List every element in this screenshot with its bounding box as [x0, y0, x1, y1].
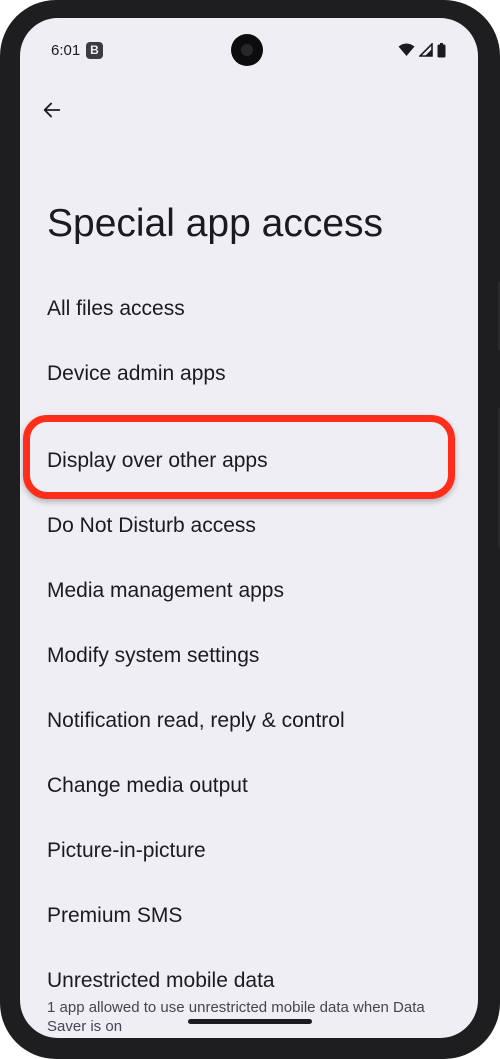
list-item-label: Notification read, reply & control — [47, 709, 345, 732]
list-item-label: Premium SMS — [47, 904, 183, 927]
list-item-all-files-access[interactable]: All files access — [20, 283, 478, 343]
highlight-annotation — [23, 415, 455, 499]
phone-frame: 6:01 B Special app access All files acce… — [0, 0, 500, 1059]
list-item-premium-sms[interactable]: Premium SMS — [20, 890, 478, 950]
notification-badge-icon: B — [86, 42, 103, 59]
list-item-change-media-output[interactable]: Change media output — [20, 760, 478, 820]
list-item-picture-in-picture[interactable]: Picture-in-picture — [20, 825, 478, 885]
list-item-notification-access[interactable]: Notification read, reply & control — [20, 695, 478, 755]
list-item-media-management-apps[interactable]: Media management apps — [20, 565, 478, 625]
page-title: Special app access — [47, 202, 384, 245]
list-item-label: All files access — [47, 297, 185, 320]
status-bar: 6:01 B — [20, 18, 478, 80]
gesture-navigation-bar[interactable] — [188, 1019, 312, 1024]
list-item-label: Media management apps — [47, 579, 284, 602]
list-item-label: Unrestricted mobile data — [47, 969, 275, 992]
battery-icon — [437, 42, 446, 57]
signal-icon — [419, 43, 433, 57]
list-item-summary: 1 app allowed to use unrestricted mobile… — [47, 999, 425, 1035]
list-item-label: Picture-in-picture — [47, 839, 206, 862]
status-icons — [398, 42, 446, 58]
arrow-back-icon — [43, 102, 61, 118]
list-item-unrestricted-mobile-data[interactable]: Unrestricted mobile data 1 app allowed t… — [20, 955, 478, 1038]
list-item-modify-system-settings[interactable]: Modify system settings — [20, 630, 478, 690]
list-item-label: Modify system settings — [47, 644, 260, 667]
wifi-icon — [398, 43, 415, 56]
list-item-label: Do Not Disturb access — [47, 514, 256, 537]
list-item-label: Device admin apps — [47, 362, 226, 385]
list-item-device-admin-apps[interactable]: Device admin apps — [20, 348, 478, 408]
camera-cutout — [231, 34, 263, 66]
list-item-label: Change media output — [47, 774, 248, 797]
back-button[interactable] — [34, 92, 70, 128]
screen: 6:01 B Special app access All files acce… — [20, 18, 478, 1038]
status-time: 6:01 — [51, 42, 81, 59]
list-item-do-not-disturb-access[interactable]: Do Not Disturb access — [20, 500, 478, 560]
